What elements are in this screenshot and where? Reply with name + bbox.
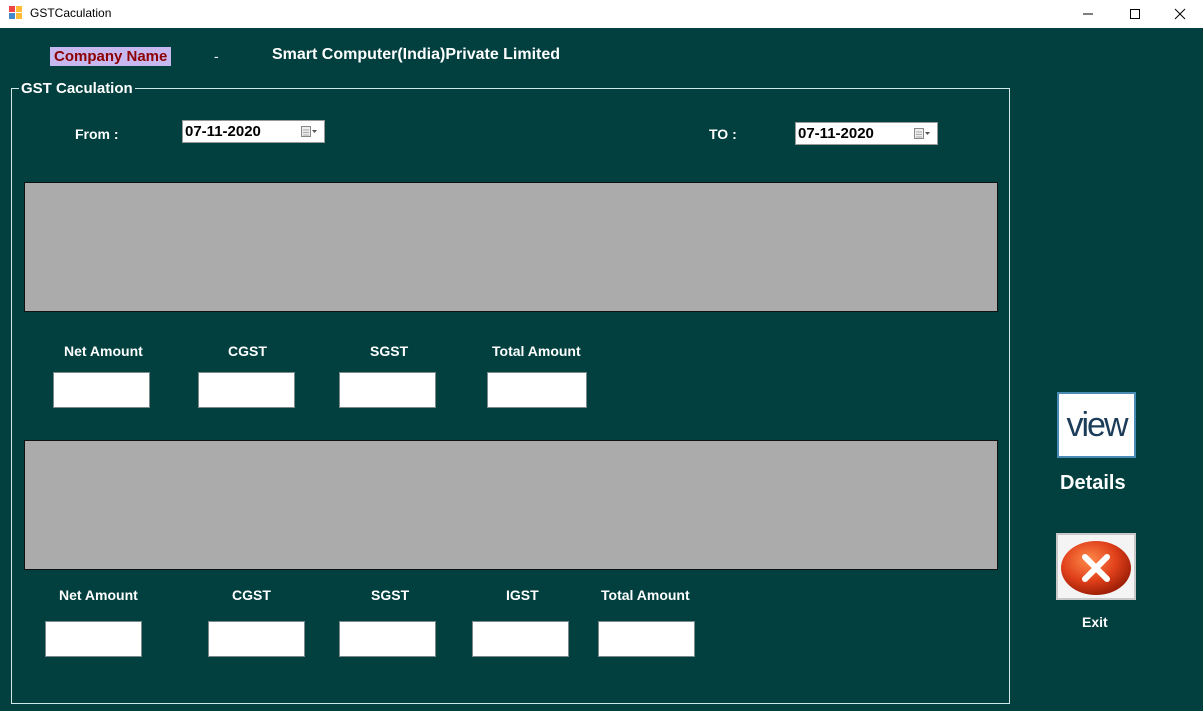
calendar-dropdown-icon[interactable] [914, 128, 931, 140]
company-name-value: Smart Computer(India)Private Limited [272, 46, 561, 63]
sgst-field-2[interactable] [339, 621, 436, 657]
cgst-field[interactable] [198, 372, 295, 408]
cgst-label: CGST [228, 343, 267, 359]
close-icon[interactable] [1157, 0, 1203, 28]
net-amount-label-2: Net Amount [59, 587, 138, 603]
cgst-label-2: CGST [232, 587, 271, 603]
net-amount-field-2[interactable] [45, 621, 142, 657]
total-amount-label-2: Total Amount [601, 587, 690, 603]
total-amount-field[interactable] [487, 372, 587, 408]
total-amount-label: Total Amount [492, 343, 581, 359]
group-title: GST Caculation [19, 80, 135, 97]
exit-button[interactable] [1056, 533, 1136, 600]
net-amount-field[interactable] [53, 372, 150, 408]
calendar-dropdown-icon[interactable] [301, 126, 318, 138]
exit-label: Exit [1082, 614, 1108, 630]
main-form: Company Name - Smart Computer(India)Priv… [0, 28, 1203, 711]
from-label: From : [75, 126, 119, 142]
app-icon [9, 6, 23, 20]
sgst-label: SGST [370, 343, 409, 359]
to-date-value: 07-11-2020 [798, 125, 874, 142]
title-bar: GSTCaculation [0, 0, 1203, 28]
separator: - [214, 48, 219, 64]
details-label: Details [1060, 472, 1126, 494]
exit-x-icon [1061, 540, 1131, 595]
from-date-picker[interactable]: 07-11-2020 [182, 120, 325, 143]
igst-label: IGST [506, 587, 539, 603]
from-date-value: 07-11-2020 [185, 123, 261, 140]
to-label: TO : [709, 126, 737, 142]
cgst-field-2[interactable] [208, 621, 305, 657]
total-amount-field-2[interactable] [598, 621, 695, 657]
igst-field[interactable] [472, 621, 569, 657]
view-icon: view [1066, 405, 1128, 444]
minimize-icon[interactable] [1065, 0, 1111, 28]
company-name-label: Company Name [50, 47, 172, 66]
sgst-label-2: SGST [371, 587, 410, 603]
window-title: GSTCaculation [30, 6, 112, 20]
maximize-icon[interactable] [1112, 0, 1158, 28]
gst-data-grid-1[interactable] [24, 182, 998, 312]
net-amount-label: Net Amount [64, 343, 143, 359]
gst-data-grid-2[interactable] [24, 440, 998, 570]
view-details-button[interactable]: view [1057, 392, 1136, 458]
sgst-field[interactable] [339, 372, 436, 408]
to-date-picker[interactable]: 07-11-2020 [795, 122, 938, 145]
